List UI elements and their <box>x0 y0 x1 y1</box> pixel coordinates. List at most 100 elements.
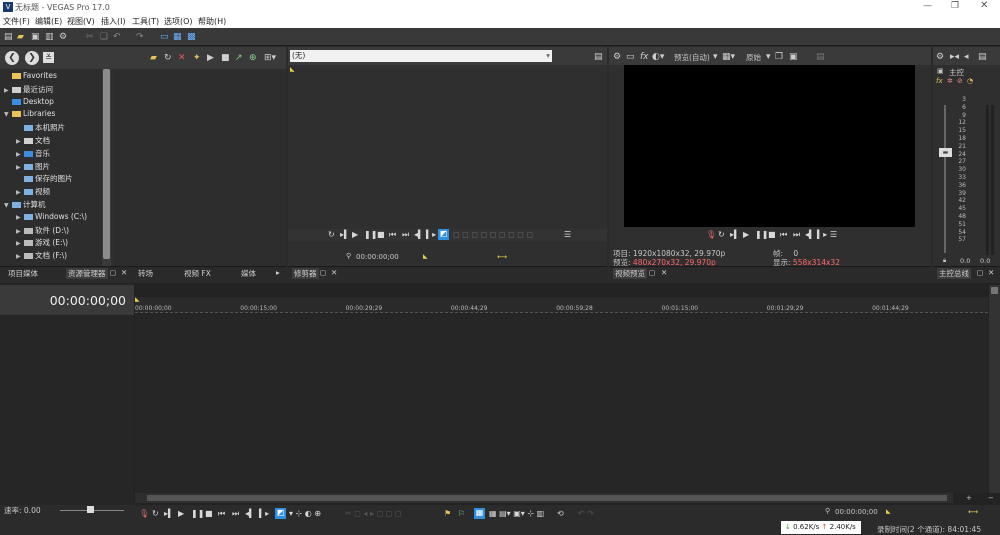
expand-arrow-icon[interactable]: ▶ <box>16 189 24 196</box>
solo-icon[interactable]: ◔ <box>967 77 973 85</box>
preview-settings-icon[interactable]: ⚙ <box>613 52 621 62</box>
master-fx-icon[interactable]: fx <box>936 77 943 85</box>
expand-arrow-icon[interactable]: ▶ <box>16 151 24 158</box>
open-icon[interactable]: ▰ <box>17 32 24 42</box>
zoom-in-icon[interactable]: + <box>966 494 972 502</box>
expand-arrow-icon[interactable]: ▶ <box>4 87 12 94</box>
tree-item[interactable]: ▶ 文档 (F:\) <box>16 250 67 261</box>
automation-icon[interactable]: ✲ <box>947 77 953 85</box>
menu-options[interactable]: 选项(O) <box>164 16 193 27</box>
expand-arrow-icon[interactable]: ▶ <box>16 164 24 171</box>
more-tabs-icon[interactable]: ▸ <box>276 268 280 277</box>
external-monitor-icon[interactable]: ◐▾ <box>652 52 664 62</box>
loop-icon[interactable]: ↻ <box>718 230 725 239</box>
play-from-start-icon[interactable]: ▸▍ <box>340 230 350 239</box>
folder-icon[interactable]: ▰ <box>150 53 157 63</box>
overwrite-icon[interactable]: ◩ <box>438 229 449 240</box>
fx-icon[interactable]: fx <box>640 52 649 62</box>
preview-quality-dropdown[interactable]: 预览(自动) <box>674 52 710 63</box>
tree-item[interactable]: ▶ 音乐 <box>16 148 50 159</box>
tree-item[interactable]: ▶ 视频 <box>16 186 50 197</box>
lock-envelopes-icon[interactable]: ⟲ <box>557 509 564 518</box>
tab-explorer[interactable]: 资源管理器 <box>66 268 108 279</box>
refresh-icon[interactable]: ↻ <box>164 53 172 63</box>
close-icon[interactable]: ✕ <box>121 268 127 277</box>
close-icon[interactable]: ✕ <box>331 268 337 277</box>
tab-media[interactable]: 媒体 <box>241 268 256 279</box>
save-icon[interactable]: ▣ <box>31 32 40 42</box>
prev-frame-icon[interactable]: ◂▍ <box>414 230 424 239</box>
record-icon[interactable]: 🎙 <box>139 509 149 518</box>
menu-help[interactable]: 帮助(H) <box>198 16 226 27</box>
views-icon[interactable]: ⊞▾ <box>264 53 276 63</box>
tree-item[interactable]: Favorites <box>4 71 57 80</box>
loop-icon[interactable]: ↻ <box>328 230 335 239</box>
trimmer-tools-icon[interactable]: ◻ ◻ ◻ ◻ ◻ ◻ ◻ ◻ ◻ <box>453 230 533 239</box>
forward-button[interactable]: ❯ <box>25 51 39 65</box>
copy-icon[interactable]: ❏ <box>100 32 108 42</box>
trimmer-options-icon[interactable]: ▤ <box>594 52 603 62</box>
close-icon[interactable]: ✕ <box>661 268 667 277</box>
pause-icon[interactable]: ❚❚ <box>755 230 768 239</box>
tree-item[interactable]: 本机照片 <box>16 122 65 133</box>
float-icon[interactable]: ◻ <box>320 268 326 277</box>
stop-icon[interactable]: ■ <box>221 53 230 63</box>
pause-icon[interactable]: ❚❚ <box>191 509 204 518</box>
tree-item[interactable]: 保存的图片 <box>16 173 73 184</box>
record-icon[interactable]: 🎙 <box>706 230 716 239</box>
play-icon[interactable]: ▶ <box>178 509 184 518</box>
zoom-out-icon[interactable]: − <box>988 494 994 502</box>
snap-icon[interactable]: ▭ <box>160 32 169 42</box>
tab-video-preview[interactable]: 视频预览 <box>613 268 647 279</box>
cut-icon[interactable]: ✂ <box>86 32 94 42</box>
close-icon[interactable]: ✕ <box>988 268 994 277</box>
render-icon[interactable]: ▥ <box>45 32 54 42</box>
grid-icon[interactable]: ▦ <box>173 32 182 42</box>
downmix-icon[interactable]: ▸◂ <box>950 52 959 62</box>
normal-edit-icon[interactable]: ◩ <box>275 508 286 519</box>
delete-icon[interactable]: ✕ <box>178 53 186 63</box>
timeline-hscroll[interactable] <box>135 493 953 503</box>
marker-icon[interactable]: ⚑ <box>444 509 451 518</box>
expand-arrow-icon[interactable]: ▶ <box>16 240 24 247</box>
auto-preview-icon[interactable]: ↗ <box>235 53 243 63</box>
menu-tools[interactable]: 工具(T) <box>132 16 159 27</box>
tree-item[interactable]: ▶ 文档 <box>16 135 50 146</box>
rate-slider-handle[interactable] <box>87 506 94 513</box>
next-frame-icon[interactable]: ▍▸ <box>817 230 827 239</box>
tab-master-bus[interactable]: 主控总线 <box>937 268 971 279</box>
play-icon[interactable]: ▶ <box>207 53 214 63</box>
redo-icon[interactable]: ↷ <box>136 32 144 42</box>
options-icon[interactable]: ▤ <box>816 52 825 62</box>
menu-view[interactable]: 视图(V) <box>67 16 95 27</box>
play-icon[interactable]: ▶ <box>743 230 749 239</box>
expand-arrow-icon[interactable]: ▶ <box>16 214 24 221</box>
tree-item[interactable]: ▼ Libraries <box>4 109 55 118</box>
auto-ripple-icon[interactable]: ▦ ▤▾ ▣▾ ⊹ ▥ <box>489 509 544 518</box>
up-folder-button[interactable]: ≚ <box>43 52 54 63</box>
menu-insert[interactable]: 插入(I) <box>101 16 126 27</box>
tab-transitions[interactable]: 转场 <box>138 268 153 279</box>
next-icon[interactable]: ⏭ <box>232 509 239 519</box>
zoom-icon[interactable]: ⊕ <box>249 53 257 63</box>
overlays-icon[interactable]: ▦▾ <box>722 52 735 62</box>
minimize-button[interactable]: — <box>923 1 932 11</box>
tree-item[interactable]: ▶ 软件 (D:\) <box>16 225 69 236</box>
play-icon[interactable]: ▶ <box>352 230 358 239</box>
lock-icon[interactable]: 🔒︎ <box>943 257 946 265</box>
next-frame-icon[interactable]: ▍▸ <box>259 509 269 518</box>
play-from-start-icon[interactable]: ▸▍ <box>730 230 740 239</box>
new-icon[interactable]: ▤ <box>4 32 13 42</box>
back-button[interactable]: ❮ <box>5 51 19 65</box>
tree-item[interactable]: ▶ 图片 <box>16 161 50 172</box>
prev-frame-icon[interactable]: ◂▍ <box>245 509 255 518</box>
tree-item[interactable]: ▶ 游戏 (E:\) <box>16 237 68 248</box>
maximize-button[interactable]: ❐ <box>951 1 959 11</box>
expand-arrow-icon[interactable]: ▶ <box>16 228 24 235</box>
next-icon[interactable]: ⏭ <box>793 230 800 240</box>
master-settings-icon[interactable]: ⚙ <box>936 52 944 62</box>
menu-icon[interactable]: ☰ <box>830 230 837 239</box>
tab-video-fx[interactable]: 视频 FX <box>184 268 211 279</box>
float-icon[interactable]: ◻ <box>110 268 116 277</box>
next-frame-icon[interactable]: ▍▸ <box>426 230 436 239</box>
